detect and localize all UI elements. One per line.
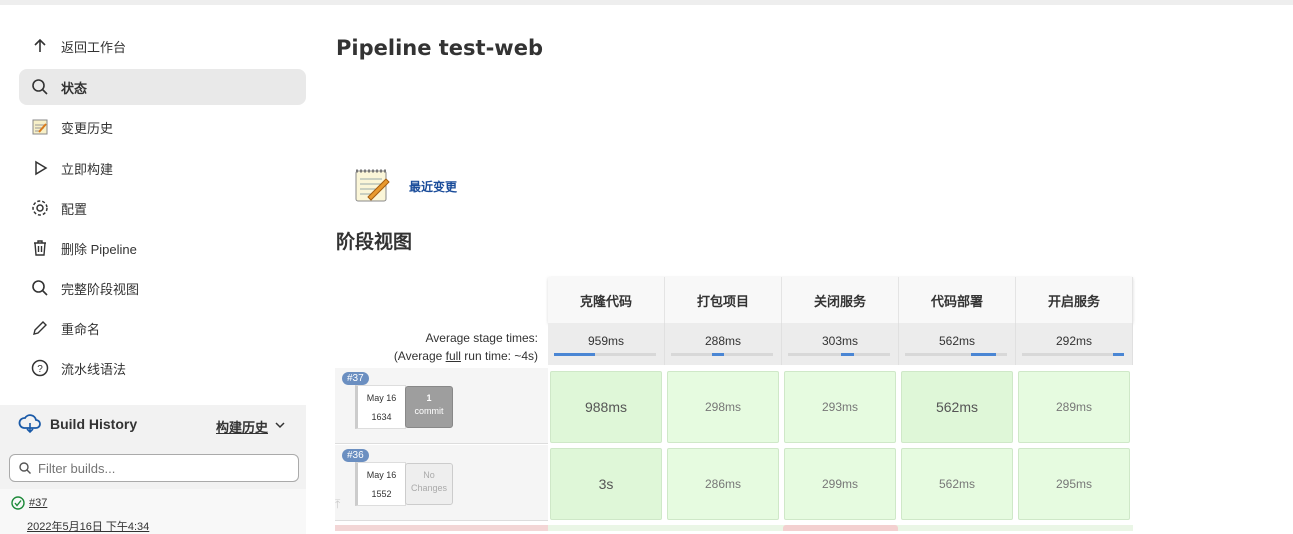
- average-stage-label: Average stage times: (Average full run t…: [335, 329, 538, 365]
- sidebar-item-changes[interactable]: 变更历史: [19, 109, 306, 145]
- stage-cell[interactable]: 295ms: [1018, 448, 1130, 520]
- average-time-bar: [788, 353, 890, 356]
- build-info: #37 May 16 1634 1 commit: [335, 368, 548, 444]
- average-time-cell: 292ms: [1016, 323, 1133, 365]
- gear-icon: [19, 198, 61, 218]
- stage-cell[interactable]: 293ms: [784, 371, 896, 443]
- average-time-bar: [671, 353, 773, 356]
- stage-cell[interactable]: 286ms: [667, 448, 779, 520]
- stage-view: 克隆代码 打包项目 关闭服务 代码部署 开启服务 Average stage t…: [335, 277, 1135, 531]
- full-run-link[interactable]: full: [446, 349, 461, 363]
- chevron-down-icon: [274, 419, 286, 434]
- stage-cell[interactable]: 562ms: [901, 371, 1013, 443]
- sidebar-item-label: 完整阶段视图: [61, 281, 140, 297]
- search-icon: [19, 278, 61, 298]
- sidebar-item-label: 立即构建: [61, 161, 114, 177]
- recent-changes[interactable]: 最近变更: [352, 166, 457, 206]
- next-build-row-partial: [335, 525, 1133, 531]
- stage-cells: 3s 286ms 299ms 562ms 295ms: [548, 445, 1133, 521]
- sidebar-item-build-now[interactable]: 立即构建: [19, 150, 306, 186]
- build-filter-input[interactable]: [38, 460, 288, 476]
- average-time-cell: 303ms: [782, 323, 899, 365]
- main-panel: Pipeline test-web 最近变更 阶段视图 克隆代码 打包项目 关闭…: [318, 5, 1293, 531]
- sidebar-item-label: 变更历史: [61, 120, 114, 136]
- average-time-cell: 959ms: [548, 323, 665, 365]
- scroll-up-icon[interactable]: ⤒: [335, 497, 340, 512]
- sidebar-item-label: 重命名: [61, 321, 101, 337]
- sidebar-item-label: 流水线语法: [61, 361, 127, 377]
- trend-label: 构建历史: [215, 420, 268, 435]
- stage-cells: 988ms 298ms 293ms 562ms 289ms: [548, 368, 1133, 444]
- stage-header: 克隆代码: [548, 277, 665, 323]
- sidebar-item-status[interactable]: 状态: [19, 69, 306, 105]
- no-changes-box: No Changes: [405, 463, 453, 505]
- sidebar-item-full-stage-view[interactable]: 完整阶段视图: [19, 270, 306, 306]
- stage-cell[interactable]: 562ms: [901, 448, 1013, 520]
- build-history-header: Build History 构建历史: [0, 405, 306, 443]
- trash-icon: [19, 238, 61, 258]
- average-time-cell: 562ms: [899, 323, 1016, 365]
- average-times-row: 959ms 288ms 303ms 562ms 292ms: [548, 323, 1133, 365]
- build-badge[interactable]: #37: [342, 372, 369, 385]
- notepad-icon: [19, 117, 61, 137]
- play-icon: [19, 158, 61, 178]
- cloud-icon: [18, 413, 42, 435]
- build-info: #36 May 16 1552 No Changes: [335, 445, 548, 521]
- build-history-panel: Build History 构建历史 #37 2022年5月16日 下午4:34: [0, 405, 306, 534]
- arrow-up-icon: [19, 36, 61, 56]
- stage-header: 关闭服务: [782, 277, 899, 323]
- sidebar-item-back[interactable]: 返回工作台: [19, 28, 306, 64]
- sidebar-item-delete[interactable]: 删除 Pipeline: [19, 230, 306, 266]
- stage-header: 开启服务: [1016, 277, 1133, 323]
- stage-cell[interactable]: 988ms: [550, 371, 662, 443]
- average-stage-times-text: Average stage times:: [425, 331, 538, 345]
- stage-cell[interactable]: 298ms: [667, 371, 779, 443]
- average-time-bar: [905, 353, 1007, 356]
- build-date-card: May 16 1552: [355, 462, 406, 506]
- page-title: Pipeline test-web: [336, 36, 543, 60]
- build-badge[interactable]: #36: [342, 449, 369, 462]
- sidebar-item-label: 删除 Pipeline: [61, 241, 137, 257]
- stage-header: 打包项目: [665, 277, 782, 323]
- build-date-link[interactable]: 2022年5月16日 下午4:34: [27, 518, 149, 534]
- success-icon: [11, 496, 25, 510]
- build-row: #36 May 16 1552 No Changes 3s 286ms 299m…: [335, 445, 1133, 521]
- average-time-cell: 288ms: [665, 323, 782, 365]
- average-time-bar: [554, 353, 656, 356]
- stage-cell[interactable]: 289ms: [1018, 371, 1130, 443]
- build-history-trend-button[interactable]: 构建历史: [216, 417, 286, 436]
- recent-changes-link[interactable]: 最近变更: [409, 178, 457, 195]
- sidebar-item-label: 配置: [61, 201, 88, 217]
- build-history-title: Build History: [50, 416, 138, 432]
- build-date-card: May 16 1634: [355, 385, 406, 429]
- sidebar-item-configure[interactable]: 配置: [19, 190, 306, 226]
- commit-count-button[interactable]: 1 commit: [405, 386, 453, 428]
- notepad-icon: [352, 166, 392, 206]
- stage-header-row: 克隆代码 打包项目 关闭服务 代码部署 开启服务: [548, 277, 1133, 323]
- pencil-icon: [19, 318, 61, 338]
- stage-view-title: 阶段视图: [336, 232, 413, 253]
- build-row: #37 May 16 1634 1 commit 988ms 298ms 293…: [335, 368, 1133, 444]
- svg-text:?: ?: [37, 364, 43, 375]
- stage-cell[interactable]: 299ms: [784, 448, 896, 520]
- stage-header: 代码部署: [899, 277, 1016, 323]
- average-time-bar: [1022, 353, 1124, 356]
- build-filter-field[interactable]: [9, 454, 299, 482]
- search-icon: [18, 461, 32, 475]
- sidebar-item-pipeline-syntax[interactable]: ? 流水线语法: [19, 350, 306, 386]
- help-icon: ?: [19, 358, 61, 378]
- search-icon: [19, 77, 61, 97]
- stage-cell[interactable]: 3s: [550, 448, 662, 520]
- sidebar: 返回工作台 状态 变更历史 立即构建 配置 删除 Pipeline 完整阶段视图…: [0, 5, 318, 534]
- sidebar-item-rename[interactable]: 重命名: [19, 310, 306, 346]
- build-history-row[interactable]: #37 2022年5月16日 下午4:34: [0, 489, 306, 534]
- build-number-link[interactable]: #37: [29, 497, 47, 509]
- sidebar-item-label: 状态: [61, 80, 88, 96]
- average-run-time-text: (Average full run time: ~4s): [393, 349, 538, 363]
- sidebar-item-label: 返回工作台: [61, 39, 127, 55]
